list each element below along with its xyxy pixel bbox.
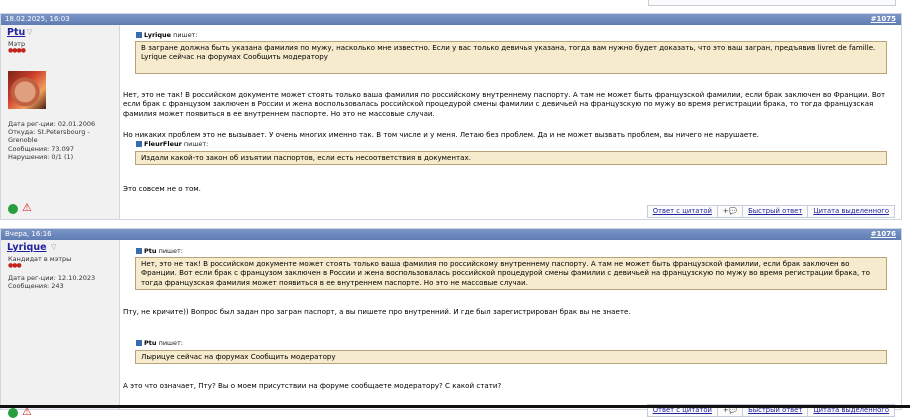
quote-header: Ptu пишет: xyxy=(136,247,183,255)
friend-icon[interactable] xyxy=(8,204,18,214)
friend-icon[interactable] xyxy=(8,408,18,418)
quote-icon xyxy=(136,141,142,147)
quick-reply-button[interactable]: Быстрый ответ xyxy=(742,206,807,217)
post-header: 18.02.2025, 16:03 #1075 xyxy=(1,14,901,25)
previous-post-bottom xyxy=(0,0,910,6)
post-paragraph: Но никаких проблем это не вызывает. У оч… xyxy=(123,130,759,139)
username-link[interactable]: Lyrique xyxy=(7,242,47,253)
quote-header: FleurFleur пишет: xyxy=(136,140,208,148)
quote-says: пишет: xyxy=(158,339,183,347)
post-number-link[interactable]: #1076 xyxy=(871,229,896,240)
quote-says: пишет: xyxy=(183,140,209,148)
reply-with-quote-button[interactable]: Ответ с цитатой xyxy=(648,206,717,217)
quote-icon xyxy=(136,32,142,38)
report-warning-icon[interactable]: ⚠ xyxy=(22,202,32,213)
post-date: 18.02.2025, 16:03 xyxy=(5,15,70,23)
quote-header: Lyrique пишет: xyxy=(136,31,198,39)
quote-author: Ptu xyxy=(144,339,157,347)
quote-author: Lyrique xyxy=(144,31,172,39)
multi-quote-button[interactable]: +💬 xyxy=(716,206,742,217)
post-paragraph: А это что означает, Пту? Вы о моем прису… xyxy=(123,381,502,390)
quote-says: пишет: xyxy=(173,31,198,39)
post-paragraph: Нет, это не так! В российском документе … xyxy=(123,90,886,118)
post-paragraph: Это совсем не о том. xyxy=(123,184,201,193)
quote-box: Лырицуе сейчас на форумах Сообщить модер… xyxy=(135,350,887,364)
post-header: Вчера, 16:16 #1076 xyxy=(1,229,901,240)
quote-box: Нет, это не так! В российском документе … xyxy=(135,257,887,290)
user-sidebar: Lyrique ▽ Кандидат в мэтры ●●● Дата рег-… xyxy=(1,240,120,418)
offline-status-icon: ▽ xyxy=(51,243,57,251)
quote-header: Ptu пишет: xyxy=(136,339,183,347)
username-link[interactable]: Ptu xyxy=(7,27,25,38)
user-rank-stars: ●●●● xyxy=(8,47,26,54)
quote-icon xyxy=(136,248,142,254)
user-rank-stars: ●●● xyxy=(8,262,22,269)
quote-box: Издали какой-то закон об изъятии паспорт… xyxy=(135,151,887,165)
offline-status-icon: ▽ xyxy=(27,28,33,36)
quote-author: Ptu xyxy=(144,247,157,255)
user-info: Дата рег-ции: 12.10.2023 Сообщения: 243 xyxy=(8,274,96,291)
multi-quote-plus: + xyxy=(722,207,729,215)
post-1075: 18.02.2025, 16:03 #1075 Ptu ▽ Мэтр ●●●● … xyxy=(0,13,902,220)
user-info: Дата рег-ции: 02.01.2006 Откуда: St.Pete… xyxy=(8,120,96,161)
post-date: Вчера, 16:16 xyxy=(5,230,52,238)
quote-selected-button[interactable]: Цитата выделенного xyxy=(807,206,894,217)
post-action-buttons: Ответ с цитатой +💬 Быстрый ответ Цитата … xyxy=(646,205,895,218)
quote-box: В загране должна быть указана фамилия по… xyxy=(135,41,887,74)
quote-icon xyxy=(136,340,142,346)
post-paragraph: Пту, не кричите)) Вопрос был задан про з… xyxy=(123,307,631,316)
previous-post-buttons xyxy=(648,0,896,6)
post-1076: Вчера, 16:16 #1076 Lyrique ▽ Кандидат в … xyxy=(0,228,902,418)
quote-author: FleurFleur xyxy=(144,140,182,148)
avatar[interactable] xyxy=(8,71,46,109)
post-number-link[interactable]: #1075 xyxy=(871,14,896,25)
user-sidebar: Ptu ▽ Мэтр ●●●● Дата рег-ции: 02.01.2006… xyxy=(1,25,120,219)
quote-says: пишет: xyxy=(158,247,183,255)
